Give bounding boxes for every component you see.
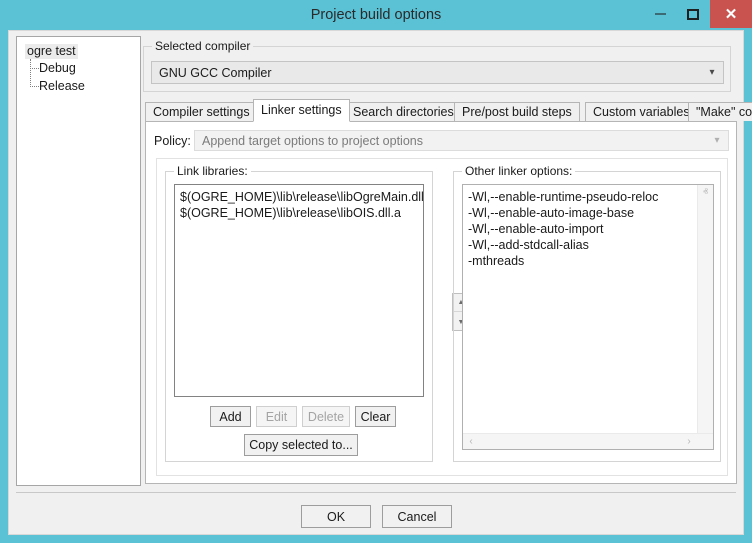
cancel-button[interactable]: Cancel <box>382 505 452 528</box>
linker-option-line: -Wl,--add-stdcall-alias <box>468 237 693 253</box>
chevron-down-icon: ▾ <box>701 68 723 78</box>
tree-item-root[interactable]: ogre test <box>25 44 78 59</box>
vertical-scrollbar[interactable]: ⱏ ⱟ <box>697 185 713 435</box>
settings-tab-bar: Compiler settings Linker settings Search… <box>145 99 737 121</box>
tree-item-debug[interactable]: Debug <box>39 61 76 76</box>
linker-options-container: Link libraries: $(OGRE_HOME)\lib\release… <box>156 158 728 476</box>
title-bar: Project build options ✕ <box>0 0 752 30</box>
compiler-select-value: GNU GCC Compiler <box>152 66 701 80</box>
clear-libraries-button[interactable]: Clear <box>355 406 396 427</box>
minimize-icon <box>655 13 666 15</box>
tab-search-directories[interactable]: Search directories <box>345 102 462 121</box>
tab-compiler-settings[interactable]: Compiler settings <box>145 102 258 121</box>
chevron-down-icon: ▾ <box>706 136 728 146</box>
link-libraries-label: Link libraries: <box>174 164 251 178</box>
policy-select-value: Append target options to project options <box>195 134 706 148</box>
scroll-right-icon[interactable]: › <box>681 434 697 449</box>
scroll-up-icon[interactable]: ⱏ <box>698 185 713 201</box>
tree-connector-elbow <box>30 86 39 87</box>
other-linker-options-label: Other linker options: <box>462 164 575 178</box>
build-target-tree[interactable]: ogre test Debug Release <box>16 36 141 486</box>
close-icon: ✕ <box>725 7 738 22</box>
horizontal-scrollbar[interactable]: ‹ › <box>463 433 713 449</box>
policy-select[interactable]: Append target options to project options… <box>194 130 729 151</box>
linker-option-line: -Wl,--enable-auto-import <box>468 221 693 237</box>
other-linker-options-textarea[interactable]: -Wl,--enable-runtime-pseudo-reloc -Wl,--… <box>462 184 714 450</box>
dialog-client-area: ogre test Debug Release Selected compile… <box>8 30 744 535</box>
tab-prepost-build-steps[interactable]: Pre/post build steps <box>454 102 580 121</box>
selected-compiler-group: Selected compiler GNU GCC Compiler ▾ <box>143 46 731 92</box>
tab-make-commands[interactable]: "Make" commands <box>688 102 752 121</box>
maximize-button[interactable] <box>678 0 708 28</box>
close-button[interactable]: ✕ <box>710 0 752 28</box>
linker-option-line: -Wl,--enable-auto-image-base <box>468 205 693 221</box>
policy-label: Policy: <box>154 134 191 148</box>
scroll-left-icon[interactable]: ‹ <box>463 434 479 449</box>
list-item[interactable]: $(OGRE_HOME)\lib\release\libOIS.dll.a <box>180 205 418 221</box>
tab-linker-settings[interactable]: Linker settings <box>253 99 350 122</box>
add-library-button[interactable]: Add <box>210 406 251 427</box>
window-title: Project build options <box>0 0 752 30</box>
tree-item-release[interactable]: Release <box>39 79 85 94</box>
selected-compiler-label: Selected compiler <box>152 39 253 53</box>
edit-library-button: Edit <box>256 406 297 427</box>
linker-settings-panel: Policy: Append target options to project… <box>145 121 737 484</box>
footer-divider <box>16 492 736 493</box>
linker-option-line: -mthreads <box>468 253 693 269</box>
tree-connector-elbow <box>30 68 39 69</box>
compiler-select[interactable]: GNU GCC Compiler ▾ <box>151 61 724 84</box>
link-libraries-group: Link libraries: $(OGRE_HOME)\lib\release… <box>165 171 433 462</box>
link-libraries-list[interactable]: $(OGRE_HOME)\lib\release\libOgreMain.dll… <box>174 184 424 397</box>
minimize-button[interactable] <box>645 0 675 28</box>
ok-button[interactable]: OK <box>301 505 371 528</box>
linker-option-line: -Wl,--enable-runtime-pseudo-reloc <box>468 189 693 205</box>
copy-selected-to-button[interactable]: Copy selected to... <box>244 434 358 456</box>
tab-custom-variables[interactable]: Custom variables <box>585 102 698 121</box>
delete-library-button: Delete <box>302 406 350 427</box>
project-build-options-window: Project build options ✕ ogre test Debug … <box>0 0 752 543</box>
other-linker-options-text: -Wl,--enable-runtime-pseudo-reloc -Wl,--… <box>468 189 693 269</box>
list-item[interactable]: $(OGRE_HOME)\lib\release\libOgreMain.dll… <box>180 189 418 205</box>
main-settings-column: Selected compiler GNU GCC Compiler ▾ Com… <box>143 36 738 486</box>
tree-connector-line <box>30 59 31 87</box>
other-linker-options-group: Other linker options: -Wl,--enable-runti… <box>453 171 721 462</box>
maximize-icon <box>687 9 699 20</box>
